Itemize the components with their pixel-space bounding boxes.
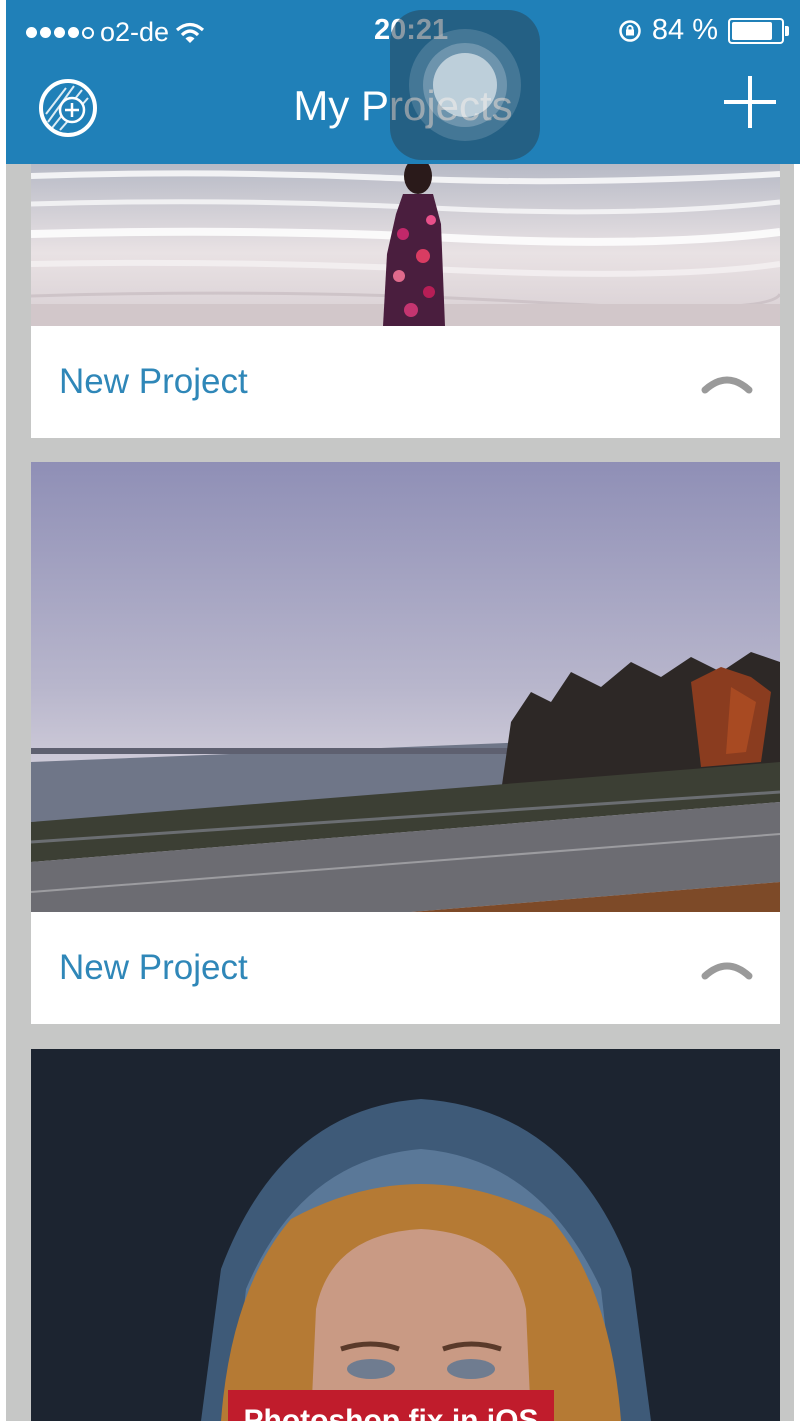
project-footer: New Project xyxy=(31,326,780,438)
battery-percent: 84 % xyxy=(651,14,718,46)
status-right: 84 % xyxy=(618,14,789,47)
plus-icon[interactable] xyxy=(720,72,780,132)
right-edge xyxy=(794,0,800,1421)
project-thumbnail[interactable] xyxy=(31,164,780,326)
signal-dots-icon xyxy=(26,26,94,39)
project-footer: New Project xyxy=(31,912,780,1024)
wifi-icon xyxy=(176,22,205,43)
project-thumbnail[interactable] xyxy=(31,462,780,912)
chevron-up-icon[interactable] xyxy=(701,952,753,982)
assistive-touch-icon[interactable] xyxy=(390,10,540,160)
project-title[interactable]: New Project xyxy=(59,362,248,402)
project-card[interactable]: New Project xyxy=(31,164,780,438)
project-thumbnail[interactable] xyxy=(31,1049,780,1421)
left-edge xyxy=(0,0,6,1421)
status-left: o2-de xyxy=(26,17,205,48)
project-card[interactable]: New Project xyxy=(31,462,780,1024)
watermark-banner: Photoshop fix in iOS xyxy=(228,1390,554,1421)
project-card[interactable] xyxy=(31,1049,780,1421)
rotation-lock-icon xyxy=(619,19,641,42)
battery-icon xyxy=(728,17,789,44)
carrier-label: o2-de xyxy=(100,17,170,47)
project-title[interactable]: New Project xyxy=(59,948,248,988)
chevron-up-icon[interactable] xyxy=(701,366,753,396)
